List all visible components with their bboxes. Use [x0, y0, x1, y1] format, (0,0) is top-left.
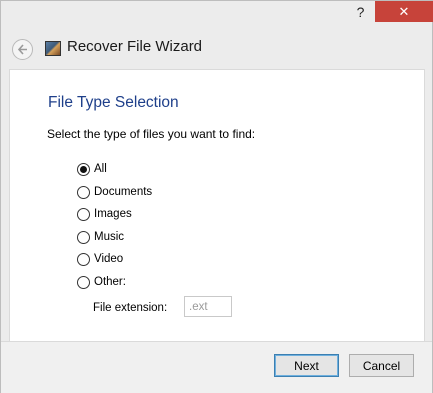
radio-button[interactable] — [77, 185, 90, 199]
radio-all[interactable]: All — [77, 161, 107, 177]
radio-label: Video — [94, 253, 124, 265]
radio-button[interactable] — [77, 275, 90, 289]
wizard-header: Recover File Wizard — [1, 29, 432, 69]
wizard-content: File Type Selection Select the type of f… — [9, 69, 425, 341]
title-bar: ? ✕ — [1, 1, 433, 29]
wizard-footer: Next Cancel — [1, 341, 432, 393]
back-arrow-icon[interactable] — [12, 39, 33, 60]
radio-label: Documents — [94, 186, 153, 198]
radio-music[interactable]: Music — [77, 229, 124, 245]
file-extension-label: File extension: — [93, 302, 168, 314]
section-title: File Type Selection — [48, 94, 179, 111]
radio-button[interactable] — [77, 207, 90, 221]
radio-video[interactable]: Video — [77, 251, 123, 267]
cancel-button[interactable]: Cancel — [349, 354, 414, 377]
radio-images[interactable]: Images — [77, 206, 132, 222]
radio-label: Images — [94, 208, 132, 220]
app-icon — [45, 41, 61, 56]
selection-prompt: Select the type of files you want to fin… — [47, 127, 256, 141]
window-title: Recover File Wizard — [67, 38, 203, 55]
close-button[interactable]: ✕ — [375, 1, 433, 22]
wizard-window: ? ✕ Recover File Wizard File Type Select… — [0, 0, 433, 393]
radio-button[interactable] — [77, 162, 90, 176]
radio-documents[interactable]: Documents — [77, 184, 152, 200]
radio-label: All — [94, 163, 107, 175]
back-arrow-glyph — [17, 44, 27, 55]
file-extension-input[interactable] — [184, 296, 232, 317]
radio-button[interactable] — [77, 230, 90, 244]
next-button[interactable]: Next — [274, 354, 339, 377]
radio-button[interactable] — [77, 252, 90, 266]
radio-label: Other: — [94, 276, 126, 288]
help-button[interactable]: ? — [347, 1, 374, 22]
radio-other[interactable]: Other: — [77, 274, 126, 290]
radio-label: Music — [94, 231, 125, 243]
